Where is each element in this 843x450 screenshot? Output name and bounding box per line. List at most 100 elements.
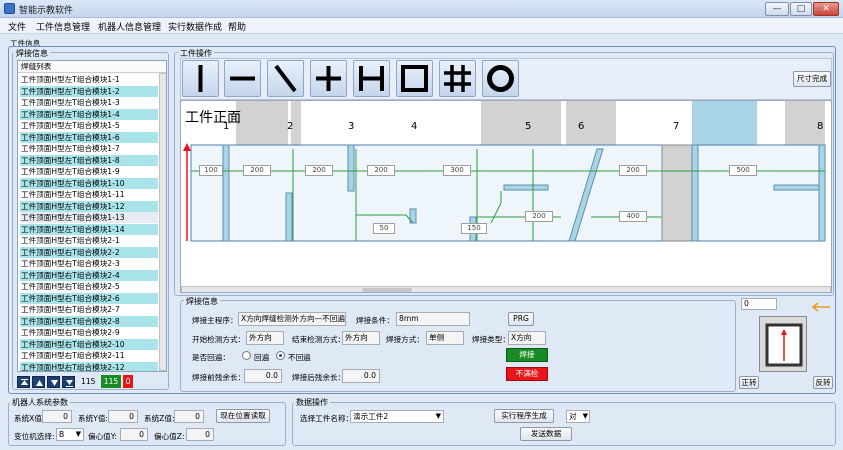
list-item[interactable]: 工件顶面H型左T组合模块1-13 [20,212,158,223]
read-position-button[interactable]: 现在位置读取 [216,409,270,423]
list-item[interactable]: 工件顶面H型右T组合模块2-10 [20,338,158,350]
list-item[interactable]: 工件顶面H型右T组合模块2-6 [20,292,158,304]
list-item[interactable]: 工件顶面H型右T组合模块2-5 [20,281,158,292]
first-icon[interactable] [17,376,30,388]
preview-panel: 0 正转 反转 [739,296,835,394]
list-item[interactable]: 工件顶面H型左T组合模块1-14 [20,223,158,235]
list-item[interactable]: 工件顶面H型右T组合模块2-11 [20,350,158,361]
list-item[interactable]: 工件顶面H型右T组合模块2-4 [20,269,158,281]
sys-z-field[interactable]: 0 [174,410,204,423]
list-item[interactable]: 工件顶面H型左T组合模块1-5 [20,120,158,131]
header-block-4 [566,101,616,145]
positioner-select-value: B [59,430,65,439]
post-margin-field[interactable]: 0.0 [342,369,380,383]
plate-8 [691,144,699,242]
main-program-field[interactable]: X方向焊缝检测外方向—不回遍 [238,312,346,326]
dim-label: 200 [525,211,553,222]
list-item[interactable]: 工件顶面H型右T组合模块2-3 [20,258,158,269]
list-item[interactable]: 工件顶面H型左T组合模块1-9 [20,166,158,177]
prev-icon[interactable] [32,376,45,388]
cross-icon[interactable] [310,60,347,97]
menu-help[interactable]: 帮助 [228,20,246,33]
prg-button[interactable]: PRG [508,312,534,326]
circle-icon[interactable] [482,60,519,97]
list-item[interactable]: 工件顶面H型左T组合模块1-12 [20,200,158,212]
maximize-button[interactable]: □ [790,2,812,16]
pre-margin-label: 焊接前残余长： [192,373,246,382]
dim-label: 500 [729,165,757,176]
list-item[interactable]: 工件顶面H型左T组合模块1-3 [20,97,158,108]
canvas-h-scrollbar[interactable] [181,286,831,292]
list-item[interactable]: 工件顶面H型左T组合模块1-6 [20,131,158,143]
menu-exec-data[interactable]: 实行数据作成 [168,20,222,33]
pre-margin-field[interactable]: 0.0 [244,369,282,383]
weld-button[interactable]: 焊接 [506,348,548,362]
start-detect-field[interactable]: 外方向 [246,331,284,345]
failed-count-badge: 0 [123,375,133,388]
list-item[interactable]: 工件顶面H型右T组合模块2-9 [20,327,158,338]
list-item[interactable]: 工件顶面H型左T组合模块1-11 [20,189,158,200]
generate-program-button[interactable]: 实行程序生成 [494,409,554,423]
menu-workpiece-info[interactable]: 工件信息管理 [36,20,90,33]
offset-y-label: 偏心值Y: [88,432,117,441]
list-item[interactable]: 工件顶面H型左T组合模块1-8 [20,154,158,166]
menu-robot-info[interactable]: 机器人信息管理 [98,20,161,33]
sys-y-field[interactable]: 0 [108,410,138,423]
diagonal-line-icon[interactable] [267,60,304,97]
chevron-down-icon: ▼ [75,430,81,438]
offset-y-field[interactable]: 0 [120,428,148,441]
weld-list-scrollbar[interactable] [159,73,166,371]
close-button[interactable]: ✕ [813,2,839,16]
list-item[interactable]: 工件顶面H型左T组合模块1-1 [20,74,158,85]
h-beam-icon[interactable] [353,60,390,97]
main-program-label: 焊接主程序： [192,316,238,325]
weld-method-label: 焊接方式： [386,335,424,344]
horizontal-line-icon[interactable] [224,60,261,97]
list-item[interactable]: 工件顶面H型左T组合模块1-4 [20,108,158,120]
list-item[interactable]: 工件顶面H型左T组合模块1-7 [20,143,158,154]
list-item[interactable]: 工件顶面H型右T组合模块2-12 [20,361,158,371]
vertical-line-icon[interactable] [182,60,219,97]
radio-no-return[interactable] [276,351,285,360]
workpiece-select[interactable]: 演示工件2 ▼ [350,410,444,423]
plate-9 [818,144,826,242]
list-item[interactable]: 工件顶面H型左T组合模块1-10 [20,177,158,189]
pair-select[interactable]: 对 ▼ [566,410,590,423]
send-data-button[interactable]: 发送数据 [520,427,572,441]
end-detect-field[interactable]: 外方向 [342,331,380,345]
no-weld-button[interactable]: 不满检 [506,367,548,381]
minimize-button[interactable]: — [765,2,789,16]
list-item[interactable]: 工件顶面H型左T组合模块1-2 [20,85,158,97]
sys-x-field[interactable]: 0 [42,410,72,423]
drawing-svg [183,101,826,242]
radio-return[interactable] [242,351,251,360]
drawing-canvas[interactable]: 工件正面 1 2 3 4 5 6 7 8 100 200 200 200 300… [180,100,832,293]
back-arrow-icon[interactable] [811,302,831,312]
column-label-4: 4 [411,121,418,132]
header-block-3 [481,101,561,145]
forward-button[interactable]: 正转 [739,376,759,389]
list-item[interactable]: 工件顶面H型右T组合模块2-2 [20,246,158,258]
offset-z-field[interactable]: 0 [186,428,214,441]
square-icon[interactable] [396,60,433,97]
list-item[interactable]: 工件顶面H型右T组合模块2-7 [20,304,158,315]
dim-label: 200 [367,165,395,176]
last-icon[interactable] [62,376,75,388]
positioner-select[interactable]: B ▼ [56,428,84,441]
plate-2 [285,192,293,242]
reverse-button[interactable]: 反转 [813,376,833,389]
body-gray-block [661,144,695,242]
next-icon[interactable] [47,376,60,388]
list-item[interactable]: 工件顶面H型右T组合模块2-1 [20,235,158,246]
list-item[interactable]: 工件顶面H型右T组合模块2-8 [20,315,158,327]
size-done-button[interactable]: 尺寸完成 [793,71,831,87]
menu-file[interactable]: 文件 [8,20,26,33]
condition-field[interactable]: 8mm [396,312,470,326]
preview-value-field[interactable]: 0 [741,298,777,310]
canvas-scroll-thumb[interactable] [362,288,412,292]
hash-grid-icon[interactable] [439,60,476,97]
weld-method-field[interactable]: 单侧 [426,331,464,345]
weld-list[interactable]: 焊缝列表 工件顶面H型左T组合模块1-1 工件顶面H型左T组合模块1-2 工件顶面H… [17,60,167,372]
sys-z-label: 系统Z值: [144,414,175,423]
weld-type-field[interactable]: X方向 [508,331,546,345]
